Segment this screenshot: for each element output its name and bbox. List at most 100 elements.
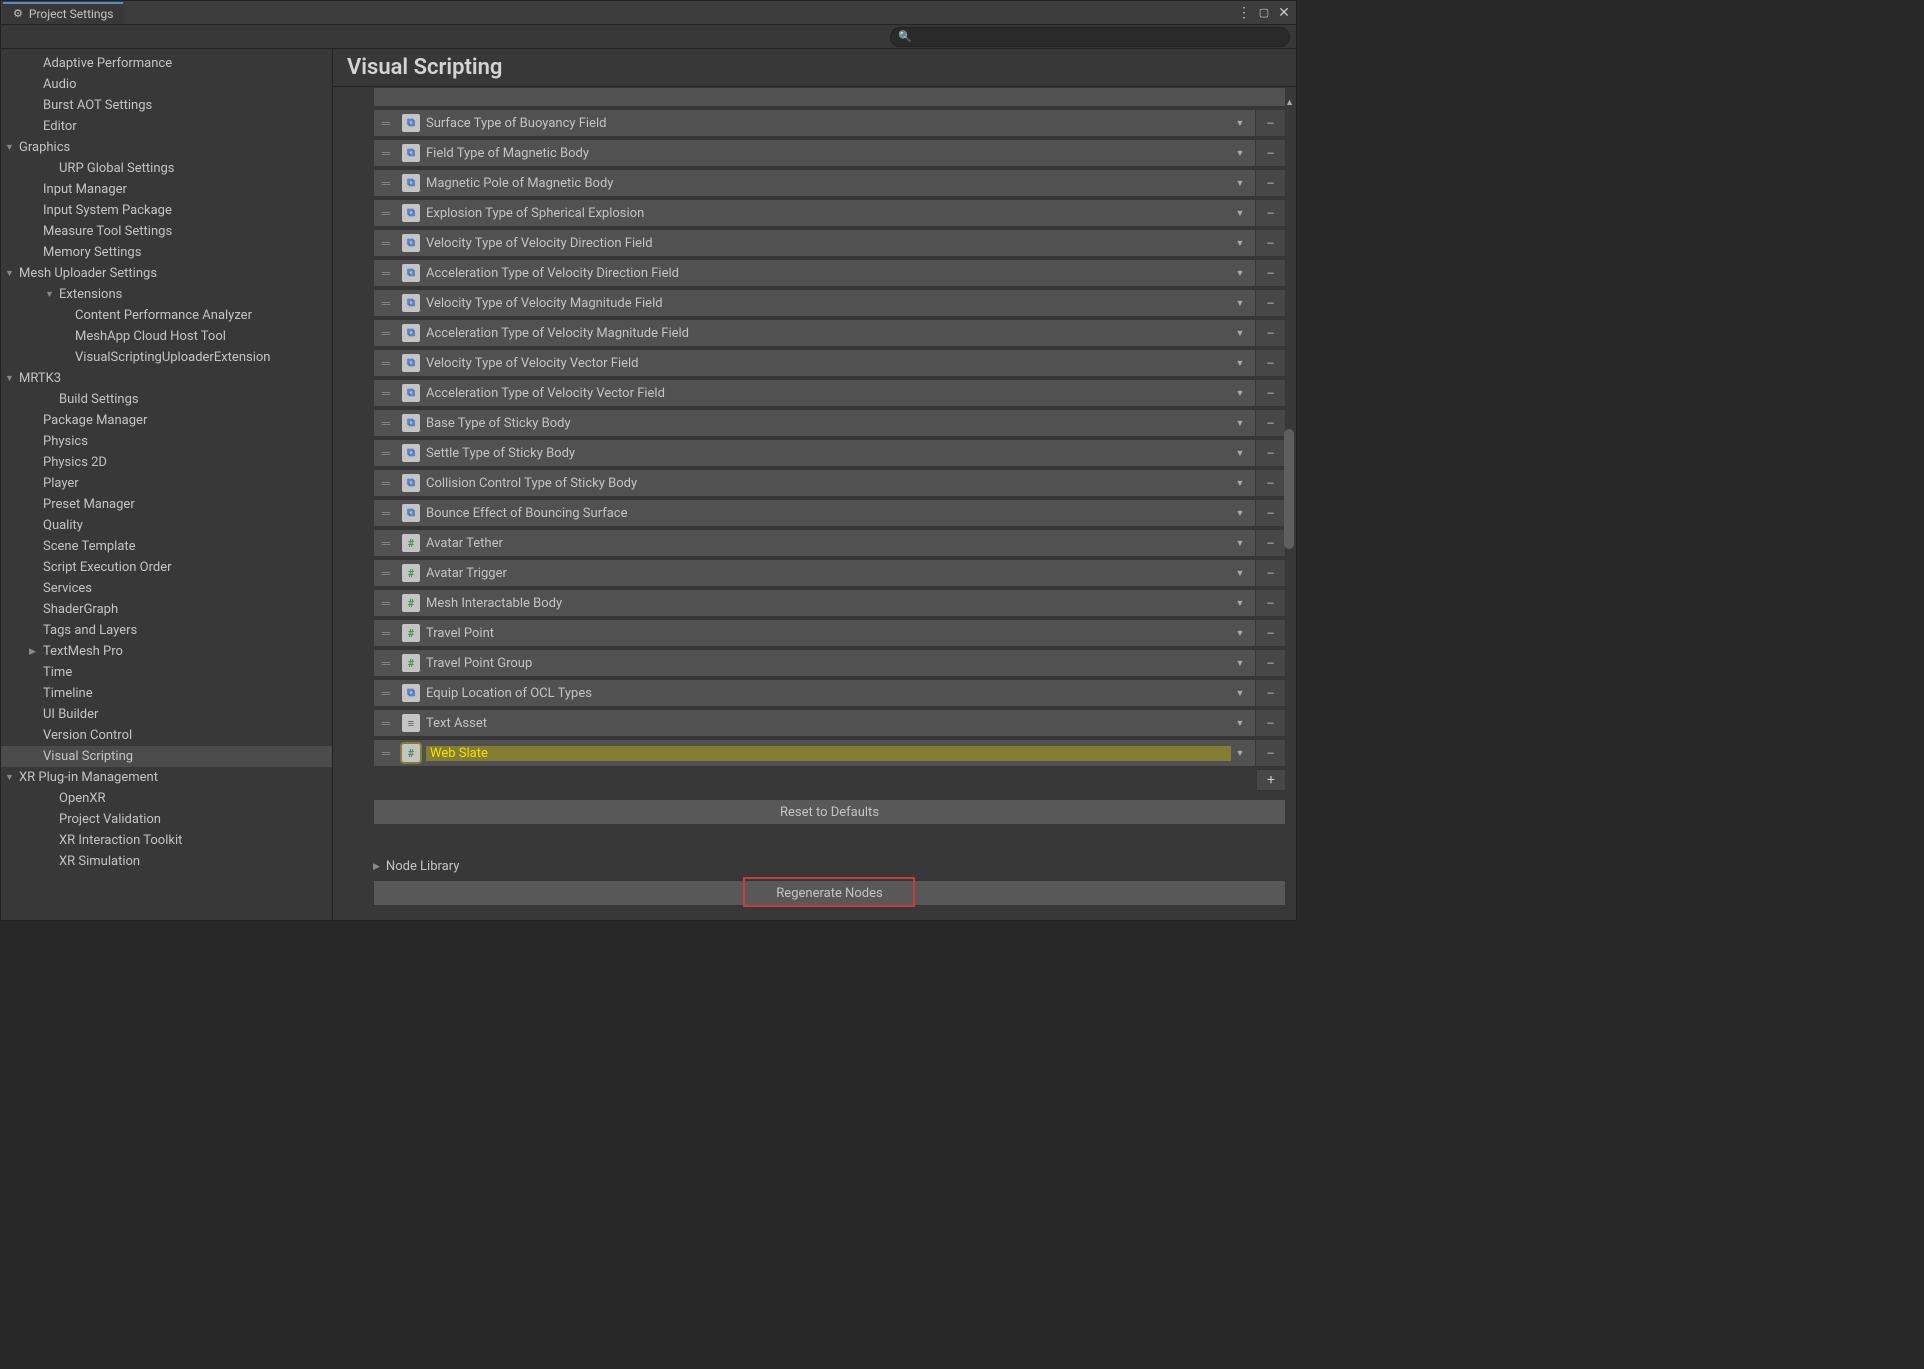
chevron-down-icon[interactable]: ▼	[1231, 478, 1249, 489]
remove-item-button[interactable]: −	[1255, 710, 1285, 736]
remove-item-button[interactable]: −	[1255, 650, 1285, 676]
drag-handle-icon[interactable]: ═	[376, 206, 396, 220]
foldout-icon[interactable]: ▼	[45, 289, 57, 300]
sidebar-item-visual-scripting[interactable]: ▼Visual Scripting	[1, 746, 332, 767]
search-input[interactable]	[890, 27, 1290, 47]
remove-item-button[interactable]: −	[1255, 500, 1285, 526]
chevron-down-icon[interactable]: ▼	[1231, 688, 1249, 699]
settings-sidebar[interactable]: ▼Adaptive Performance▼Audio▼Burst AOT Se…	[1, 49, 333, 920]
type-list-item[interactable]: ═⧉Collision Control Type of Sticky Body▼…	[373, 469, 1286, 497]
add-type-button[interactable]: +	[1256, 769, 1286, 791]
type-list-item[interactable]: ═#Travel Point Group▼−	[373, 649, 1286, 677]
remove-item-button[interactable]: −	[1255, 440, 1285, 466]
foldout-icon[interactable]: ▼	[5, 268, 17, 279]
type-list-item[interactable]: ═⧉Base Type of Sticky Body▼−	[373, 409, 1286, 437]
type-list-item[interactable]: ═⧉Surface Type of Buoyancy Field▼−	[373, 109, 1286, 137]
drag-handle-icon[interactable]: ═	[376, 596, 396, 610]
type-list-item[interactable]: ═⧉Velocity Type of Velocity Direction Fi…	[373, 229, 1286, 257]
sidebar-item-preset-manager[interactable]: ▼Preset Manager	[1, 494, 332, 515]
sidebar-item-services[interactable]: ▼Services	[1, 578, 332, 599]
type-list-item[interactable]: ═#Mesh Interactable Body▼−	[373, 589, 1286, 617]
chevron-down-icon[interactable]: ▼	[1231, 238, 1249, 249]
type-list-item[interactable]: ═⧉Field Type of Magnetic Body▼−	[373, 139, 1286, 167]
drag-handle-icon[interactable]: ═	[376, 266, 396, 280]
type-list-item[interactable]: ═⧉Acceleration Type of Velocity Directio…	[373, 259, 1286, 287]
type-list-item[interactable]: ═#Avatar Trigger▼−	[373, 559, 1286, 587]
sidebar-item-shadergraph[interactable]: ▼ShaderGraph	[1, 599, 332, 620]
drag-handle-icon[interactable]: ═	[376, 446, 396, 460]
type-list-item[interactable]: ═⧉Acceleration Type of Velocity Magnitud…	[373, 319, 1286, 347]
type-list-item[interactable]: ═⧉Equip Location of OCL Types▼−	[373, 679, 1286, 707]
remove-item-button[interactable]: −	[1255, 110, 1285, 136]
foldout-icon[interactable]: ▶	[29, 647, 41, 657]
remove-item-button[interactable]: −	[1255, 560, 1285, 586]
sidebar-item-ui-builder[interactable]: ▼UI Builder	[1, 704, 332, 725]
chevron-down-icon[interactable]: ▼	[1231, 328, 1249, 339]
remove-item-button[interactable]: −	[1255, 260, 1285, 286]
drag-handle-icon[interactable]: ═	[376, 536, 396, 550]
drag-handle-icon[interactable]: ═	[376, 236, 396, 250]
chevron-down-icon[interactable]: ▼	[1231, 268, 1249, 279]
sidebar-item-physics[interactable]: ▼Physics	[1, 431, 332, 452]
sidebar-item-graphics[interactable]: ▼Graphics	[1, 137, 332, 158]
type-list-item[interactable]: ═⧉Acceleration Type of Velocity Vector F…	[373, 379, 1286, 407]
chevron-down-icon[interactable]: ▼	[1231, 448, 1249, 459]
foldout-icon[interactable]: ▼	[5, 373, 17, 384]
remove-item-button[interactable]: −	[1255, 320, 1285, 346]
sidebar-item-time[interactable]: ▼Time	[1, 662, 332, 683]
sidebar-item-audio[interactable]: ▼Audio	[1, 74, 332, 95]
remove-item-button[interactable]: −	[1255, 140, 1285, 166]
sidebar-item-xr-interaction-toolkit[interactable]: ▼XR Interaction Toolkit	[1, 830, 332, 851]
sidebar-item-extensions[interactable]: ▼Extensions	[1, 284, 332, 305]
type-list-item[interactable]: ═⧉Magnetic Pole of Magnetic Body▼−	[373, 169, 1286, 197]
drag-handle-icon[interactable]: ═	[376, 356, 396, 370]
chevron-down-icon[interactable]: ▼	[1231, 748, 1249, 759]
main-content[interactable]: ═⧉Surface Type of Buoyancy Field▼−═⧉Fiel…	[333, 87, 1296, 920]
type-list-item[interactable]: ═#Avatar Tether▼−	[373, 529, 1286, 557]
remove-item-button[interactable]: −	[1255, 230, 1285, 256]
chevron-down-icon[interactable]: ▼	[1231, 178, 1249, 189]
drag-handle-icon[interactable]: ═	[376, 146, 396, 160]
chevron-down-icon[interactable]: ▼	[1231, 658, 1249, 669]
drag-handle-icon[interactable]: ═	[376, 296, 396, 310]
sidebar-item-build-settings[interactable]: ▼Build Settings	[1, 389, 332, 410]
sidebar-item-xr-simulation[interactable]: ▼XR Simulation	[1, 851, 332, 872]
foldout-icon[interactable]: ▼	[5, 772, 17, 783]
drag-handle-icon[interactable]: ═	[376, 686, 396, 700]
drag-handle-icon[interactable]: ═	[376, 746, 396, 760]
sidebar-item-input-manager[interactable]: ▼Input Manager	[1, 179, 332, 200]
type-list-item[interactable]: ═⧉Velocity Type of Velocity Vector Field…	[373, 349, 1286, 377]
sidebar-item-scene-template[interactable]: ▼Scene Template	[1, 536, 332, 557]
remove-item-button[interactable]: −	[1255, 410, 1285, 436]
drag-handle-icon[interactable]: ═	[376, 656, 396, 670]
sidebar-item-measure-tool-settings[interactable]: ▼Measure Tool Settings	[1, 221, 332, 242]
sidebar-item-version-control[interactable]: ▼Version Control	[1, 725, 332, 746]
chevron-down-icon[interactable]: ▼	[1231, 538, 1249, 549]
chevron-down-icon[interactable]: ▼	[1231, 418, 1249, 429]
sidebar-item-project-validation[interactable]: ▼Project Validation	[1, 809, 332, 830]
drag-handle-icon[interactable]: ═	[376, 476, 396, 490]
menu-icon[interactable]: ⋮	[1236, 5, 1252, 21]
scroll-up-arrow[interactable]: ▲	[1285, 97, 1294, 108]
sidebar-item-visualscriptinguploaderextension[interactable]: ▼VisualScriptingUploaderExtension	[1, 347, 332, 368]
remove-item-button[interactable]: −	[1255, 200, 1285, 226]
sidebar-item-timeline[interactable]: ▼Timeline	[1, 683, 332, 704]
sidebar-item-physics-2d[interactable]: ▼Physics 2D	[1, 452, 332, 473]
drag-handle-icon[interactable]: ═	[376, 626, 396, 640]
type-list-item[interactable]: ═⧉Velocity Type of Velocity Magnitude Fi…	[373, 289, 1286, 317]
sidebar-item-editor[interactable]: ▼Editor	[1, 116, 332, 137]
chevron-down-icon[interactable]: ▼	[1231, 208, 1249, 219]
remove-item-button[interactable]: −	[1255, 530, 1285, 556]
chevron-down-icon[interactable]: ▼	[1231, 298, 1249, 309]
remove-item-button[interactable]: −	[1255, 740, 1285, 766]
chevron-down-icon[interactable]: ▼	[1231, 388, 1249, 399]
window-tab[interactable]: ⚙ Project Settings	[3, 2, 123, 24]
sidebar-item-quality[interactable]: ▼Quality	[1, 515, 332, 536]
maximize-icon[interactable]: ▢	[1256, 5, 1272, 21]
drag-handle-icon[interactable]: ═	[376, 386, 396, 400]
drag-handle-icon[interactable]: ═	[376, 716, 396, 730]
sidebar-item-package-manager[interactable]: ▼Package Manager	[1, 410, 332, 431]
type-list-item[interactable]: ═⧉Bounce Effect of Bouncing Surface▼−	[373, 499, 1286, 527]
drag-handle-icon[interactable]: ═	[376, 566, 396, 580]
sidebar-item-mesh-uploader-settings[interactable]: ▼Mesh Uploader Settings	[1, 263, 332, 284]
